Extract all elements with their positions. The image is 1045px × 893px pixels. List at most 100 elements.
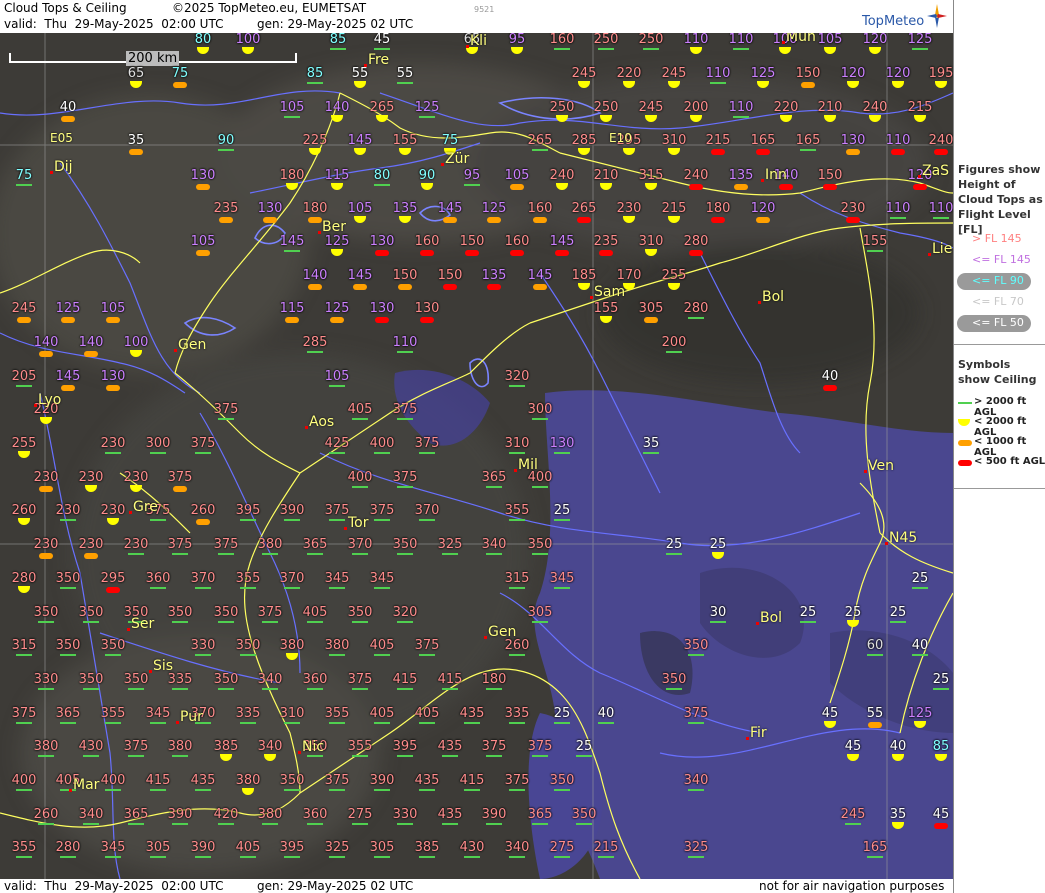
cloud-top-value: 150 <box>817 168 843 183</box>
cloud-top-value: 55 <box>866 706 884 721</box>
cloud-top-value: 80 <box>194 33 212 47</box>
city-marker-icon <box>466 45 469 48</box>
ceiling-high-line <box>284 519 300 521</box>
ceiling-high-line <box>284 789 300 791</box>
city-marker-icon <box>756 622 759 625</box>
cloud-top-value: 80 <box>373 168 391 183</box>
cloud-top-value: 305 <box>527 605 553 620</box>
cloud-top-value: 75 <box>171 66 189 81</box>
ceiling-below-500-icon <box>891 149 905 155</box>
ceiling-below-500-icon <box>487 284 501 290</box>
ceiling-high-line <box>688 722 704 724</box>
legend-fl-item: <= FL 50 <box>972 316 1024 329</box>
cloud-top-value: 25 <box>911 571 929 586</box>
cloud-top-value: 35 <box>889 807 907 822</box>
topmeteo-logo: TopMeteo <box>862 14 925 29</box>
city-marker-icon <box>761 179 764 182</box>
cloud-top-value: 375 <box>213 402 239 417</box>
ceiling-below-500-icon <box>420 250 434 256</box>
ceiling-below-500-icon <box>823 184 837 190</box>
ceiling-high-line <box>554 856 570 858</box>
cloud-top-value: 315 <box>11 638 37 653</box>
cloud-top-value: 105 <box>817 33 843 47</box>
ceiling-below-1000-icon <box>39 351 53 357</box>
ceiling-below-1000-icon <box>17 317 31 323</box>
cloud-top-value: 230 <box>100 503 126 518</box>
ceiling-high-line <box>284 722 300 724</box>
ceiling-below-500-icon <box>577 217 591 223</box>
cloud-top-value: 250 <box>549 100 575 115</box>
ceiling-high-line <box>419 856 435 858</box>
cloud-top-value: 265 <box>571 201 597 216</box>
ceiling-below-500-icon <box>934 823 948 829</box>
cloud-top-value: 230 <box>33 537 59 552</box>
ceiling-below-1000-icon <box>510 184 524 190</box>
ceiling-high-line <box>38 621 54 623</box>
ceiling-high-line <box>509 722 525 724</box>
city-label: Pur <box>180 709 203 725</box>
cloud-top-value: 120 <box>750 201 776 216</box>
ceiling-high-line <box>16 856 32 858</box>
cloud-top-value: 245 <box>571 66 597 81</box>
ceiling-below-1000-icon <box>308 284 322 290</box>
cloud-top-value: 105 <box>347 201 373 216</box>
cloud-top-value: 145 <box>347 268 373 283</box>
cloud-top-value: 430 <box>459 840 485 855</box>
satellite-map[interactable]: 200 km 80 100 85 45 65 95 160 250 250 110 110 100 10… <box>0 33 953 879</box>
cloud-top-value: 200 <box>683 100 709 115</box>
copyright-text: ©2025 TopMeteo.eu, EUMETSAT <box>172 1 367 15</box>
ceiling-high-line <box>554 789 570 791</box>
ceiling-below-2000-icon <box>130 81 142 88</box>
city-marker-icon <box>305 426 308 429</box>
city-marker-icon <box>364 64 367 67</box>
city-marker-icon <box>864 470 867 473</box>
ceiling-below-500-icon <box>823 385 837 391</box>
cloud-top-value: 35 <box>127 133 145 148</box>
cloud-top-value: 45 <box>932 807 950 822</box>
ceiling-below-2000-icon <box>935 754 947 761</box>
cloud-top-value: 240 <box>862 100 888 115</box>
cloud-top-value: 245 <box>840 807 866 822</box>
cloud-top-value: 350 <box>213 672 239 687</box>
city-marker-icon <box>127 628 130 631</box>
ceiling-below-2000-icon <box>309 148 321 155</box>
cloud-top-value: 345 <box>369 571 395 586</box>
cloud-top-value: 265 <box>527 133 553 148</box>
ceiling-high-line <box>397 621 413 623</box>
cloud-top-value: 230 <box>55 503 81 518</box>
cloud-top-value: 215 <box>661 201 687 216</box>
cloud-top-value: 245 <box>638 100 664 115</box>
ceiling-below-2000-icon <box>556 183 568 190</box>
ceiling-high-line <box>352 418 368 420</box>
ceiling-high-line <box>172 755 188 757</box>
ceiling-high-line <box>933 217 949 219</box>
cloud-top-value: 255 <box>11 436 37 451</box>
ceiling-high-line <box>150 722 166 724</box>
city-marker-icon <box>885 542 888 545</box>
cloud-top-value: 40 <box>911 638 929 653</box>
ceiling-high-line <box>195 654 211 656</box>
cloud-top-value: 125 <box>414 100 440 115</box>
cloud-top-value: 390 <box>167 807 193 822</box>
ceiling-below-1000-icon <box>196 250 210 256</box>
cloud-top-value: 395 <box>392 739 418 754</box>
cloud-top-value: 400 <box>527 470 553 485</box>
cloud-top-value: 120 <box>862 33 888 47</box>
ceiling-below-2000-icon <box>578 148 590 155</box>
cloud-top-value: 375 <box>324 503 350 518</box>
cloud-top-value: 350 <box>100 638 126 653</box>
cloud-top-value: 330 <box>392 807 418 822</box>
ceiling-high-line <box>60 654 76 656</box>
legend-fl-item: > FL 145 <box>972 232 1022 245</box>
cloud-top-value: 35 <box>642 436 660 451</box>
ceiling-below-2000-icon <box>18 586 30 593</box>
ceiling-high-line <box>240 654 256 656</box>
cloud-top-value: 355 <box>324 706 350 721</box>
city-label: Aos <box>309 414 335 430</box>
cloud-top-value: 25 <box>932 672 950 687</box>
cloud-top-value: 245 <box>11 301 37 316</box>
ceiling-below-500-icon <box>711 217 725 223</box>
ceiling-below-500-icon <box>375 317 389 323</box>
ceiling-below-2000-icon <box>869 115 881 122</box>
cloud-top-value: 310 <box>661 133 687 148</box>
